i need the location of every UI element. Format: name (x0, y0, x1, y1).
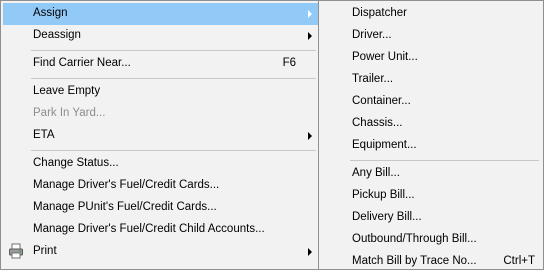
submenu-item-chassis[interactable]: Chassis... (321, 113, 541, 135)
menu-item-label: Dispatcher (352, 7, 407, 19)
menu-item-label: Park In Yard... (33, 107, 106, 119)
submenu-item-trailer[interactable]: Trailer... (321, 69, 541, 91)
menu-item-label: Power Unit... (352, 51, 418, 63)
submenu-item-dispatcher[interactable]: Dispatcher (321, 3, 541, 25)
menu-separator (31, 150, 316, 151)
menu-separator (350, 160, 539, 161)
menu-item-shortcut: F6 (282, 57, 296, 69)
submenu-item-driver[interactable]: Driver... (321, 25, 541, 47)
menu-item-label: Find Carrier Near... (33, 57, 131, 69)
submenu-item-pickup-bill[interactable]: Pickup Bill... (321, 185, 541, 207)
submenu-item-power-unit[interactable]: Power Unit... (321, 47, 541, 69)
submenu-item-container[interactable]: Container... (321, 91, 541, 113)
menu-separator (31, 50, 316, 51)
menu-item-leave-empty[interactable]: Leave Empty (3, 81, 318, 103)
menu-item-find-carrier-near[interactable]: Find Carrier Near... F6 (3, 53, 318, 75)
chevron-right-icon (308, 10, 312, 18)
printer-icon (8, 243, 24, 259)
menu-item-label: Manage Driver's Fuel/Credit Cards... (33, 179, 220, 191)
menu-item-eta[interactable]: ETA (3, 125, 318, 147)
menu-item-label: Manage PUnit's Fuel/Credit Cards... (33, 201, 217, 213)
menu-item-label: Driver... (352, 29, 392, 41)
menu-item-label: Deassign (33, 29, 81, 41)
submenu-item-equipment[interactable]: Equipment... (321, 135, 541, 157)
submenu-item-outbound-through-bill[interactable]: Outbound/Through Bill... (321, 229, 541, 251)
submenu-item-delivery-bill[interactable]: Delivery Bill... (321, 207, 541, 229)
menu-item-label: Outbound/Through Bill... (352, 233, 477, 245)
menu-item-change-status[interactable]: Change Status... (3, 153, 318, 175)
chevron-right-icon (308, 32, 312, 40)
menu-item-label: Trailer... (352, 73, 394, 85)
menu-item-label: Print (33, 245, 57, 257)
submenu-item-any-bill[interactable]: Any Bill... (321, 163, 541, 185)
menu-item-manage-punit-fuel-cards[interactable]: Manage PUnit's Fuel/Credit Cards... (3, 197, 318, 219)
menu-item-park-in-yard: Park In Yard... (3, 103, 318, 125)
menu-item-print[interactable]: Print (3, 241, 318, 263)
menu-item-label: Container... (352, 95, 411, 107)
assign-submenu: Dispatcher Driver... Power Unit... Trail… (318, 0, 544, 270)
menu-item-assign[interactable]: Assign (3, 3, 318, 25)
menu-item-label: ETA (33, 129, 55, 141)
menu-item-label: Match Bill by Trace No... (352, 255, 477, 267)
menu-item-label: Pickup Bill... (352, 189, 415, 201)
menu-item-label: Manage Driver's Fuel/Credit Child Accoun… (33, 223, 265, 235)
menu-item-label: Leave Empty (33, 85, 101, 97)
menu-item-label: Change Status... (33, 157, 119, 169)
menu-separator (31, 78, 316, 79)
menu-item-label: Assign (33, 7, 68, 19)
menu-item-label: Delivery Bill... (352, 211, 422, 223)
menu-item-shortcut: Ctrl+T (503, 255, 535, 267)
chevron-right-icon (308, 248, 312, 256)
menu-item-deassign[interactable]: Deassign (3, 25, 318, 47)
menu-item-label: Any Bill... (352, 167, 400, 179)
menu-item-label: Chassis... (352, 117, 403, 129)
menu-item-label: Equipment... (352, 139, 417, 151)
chevron-right-icon (308, 132, 312, 140)
menu-item-manage-driver-child-accounts[interactable]: Manage Driver's Fuel/Credit Child Accoun… (3, 219, 318, 241)
menu-item-manage-driver-fuel-cards[interactable]: Manage Driver's Fuel/Credit Cards... (3, 175, 318, 197)
context-menu: Assign Deassign Find Carrier Near... F6 … (0, 0, 320, 270)
